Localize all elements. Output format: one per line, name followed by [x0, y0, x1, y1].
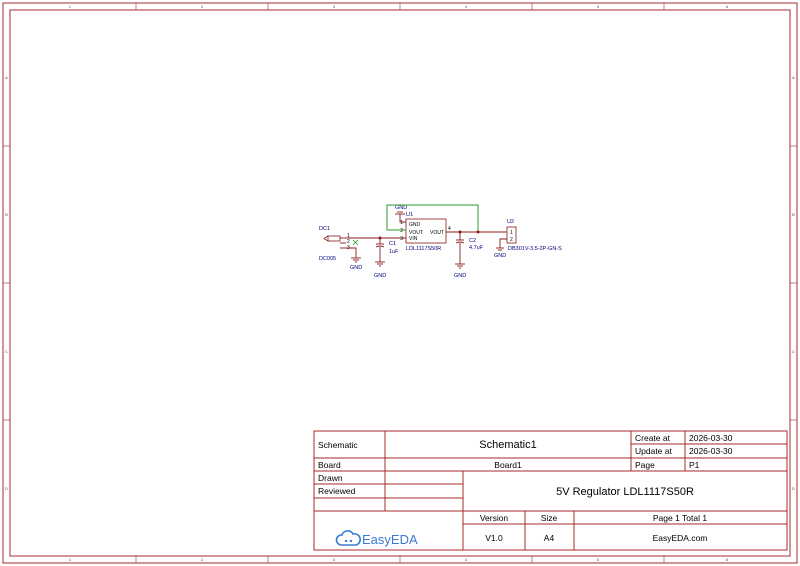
size-label: Size	[541, 513, 558, 523]
u1-value: LDL1117S50R	[406, 246, 441, 252]
row-label-right: D	[792, 486, 795, 491]
u2-value: DB301V-3.5-2P-GN-S	[508, 246, 562, 252]
col-label-bottom: 6	[726, 557, 729, 562]
drawn-label: Drawn	[318, 473, 343, 483]
gnd-symbol	[496, 247, 504, 251]
circuit: DC1 DC005 1 2 3 GND C1 1uF GND U1 LDL111…	[319, 204, 562, 279]
title-block: Schematic Schematic1 Create at 2026-03-3…	[313, 430, 788, 551]
u2-pin1: 1	[510, 230, 513, 236]
dc1-jack-symbol[interactable]	[323, 235, 346, 249]
row-label-right: C	[792, 349, 795, 354]
schematic-label: Schematic	[318, 440, 358, 450]
column-ticks	[135, 3, 665, 563]
page-value: P1	[689, 460, 700, 470]
page-label: Page	[635, 460, 655, 470]
gnd-symbol	[351, 257, 361, 263]
u1-pin2: 2	[400, 228, 403, 234]
c1-capacitor-symbol[interactable]	[375, 238, 385, 267]
update-date: 2026-03-30	[689, 446, 733, 456]
col-label-top: 2	[201, 4, 204, 9]
version-value: V1.0	[485, 533, 503, 543]
row-ticks	[3, 145, 797, 421]
easyeda-logo: EasyEDA	[335, 530, 418, 547]
gnd-label: GND	[395, 205, 407, 211]
row-label-left: C	[5, 349, 8, 354]
u1-pin4: 4	[448, 226, 451, 232]
reviewed-label: Reviewed	[318, 486, 356, 496]
no-connect-marker	[352, 239, 359, 246]
col-label-bottom: 3	[333, 557, 336, 562]
column-labels: 1 2 3 4 5 6 1 2 3 4 5 6	[69, 4, 729, 562]
board-name: Board1	[494, 460, 522, 470]
junction-dot	[476, 230, 480, 234]
gnd-label: GND	[494, 253, 506, 259]
u1-pin-vin: VIN	[409, 236, 418, 242]
col-label-bottom: 4	[465, 557, 468, 562]
create-label: Create at	[635, 433, 671, 443]
row-label-left: B	[5, 212, 8, 217]
c1-ref: C1	[389, 241, 396, 247]
row-label-left: D	[5, 486, 8, 491]
u1-pin3: 3	[400, 236, 403, 242]
col-label-top: 3	[333, 4, 336, 9]
inner-frame	[9, 9, 791, 557]
u2-ref: U2	[507, 219, 514, 225]
gnd-label: GND	[454, 273, 466, 279]
row-labels: A B C D A B C D	[5, 75, 795, 491]
gnd-label: GND	[350, 265, 362, 271]
create-date: 2026-03-30	[689, 433, 733, 443]
dc1-ref: DC1	[319, 226, 330, 232]
cloud-icon	[335, 530, 361, 546]
row-label-right: A	[792, 75, 795, 80]
version-label: Version	[480, 513, 509, 523]
u1-pin-gnd: GND	[409, 222, 421, 228]
drawing-title: 5V Regulator LDL1117S50R	[556, 486, 694, 498]
dc1-value: DC005	[319, 256, 336, 262]
col-label-bottom: 1	[69, 557, 72, 562]
col-label-bottom: 2	[201, 557, 204, 562]
u2-gnd-wire[interactable]	[499, 238, 507, 248]
row-label-right: B	[792, 212, 795, 217]
c2-value: 4.7uF	[469, 245, 484, 251]
row-label-left: A	[5, 75, 8, 80]
u1-ref: U1	[406, 212, 413, 218]
page-total: Page 1 Total 1	[653, 513, 707, 523]
schematic-sheet: 1 2 3 4 5 6 1 2 3 4 5 6 A B C D A B C D …	[2, 2, 798, 564]
logo-text: EasyEDA	[362, 532, 418, 547]
col-label-top: 5	[597, 4, 600, 9]
col-label-top: 1	[69, 4, 72, 9]
u2-pin2: 2	[510, 237, 513, 243]
c2-capacitor-symbol[interactable]	[455, 232, 465, 269]
board-label: Board	[318, 460, 341, 470]
size-value: A4	[544, 533, 555, 543]
col-label-top: 4	[465, 4, 468, 9]
update-label: Update at	[635, 446, 672, 456]
u1-pin-vout-right: VOUT	[430, 230, 444, 236]
website: EasyEDA.com	[653, 533, 708, 543]
c1-value: 1uF	[389, 249, 399, 255]
schematic-name: Schematic1	[479, 439, 536, 451]
gnd-label: GND	[374, 273, 386, 279]
gnd-symbol	[395, 211, 405, 215]
col-label-bottom: 5	[597, 557, 600, 562]
u1-pin1: 1	[400, 220, 403, 226]
c2-ref: C2	[469, 238, 476, 244]
outer-frame	[2, 2, 798, 564]
col-label-top: 6	[726, 4, 729, 9]
